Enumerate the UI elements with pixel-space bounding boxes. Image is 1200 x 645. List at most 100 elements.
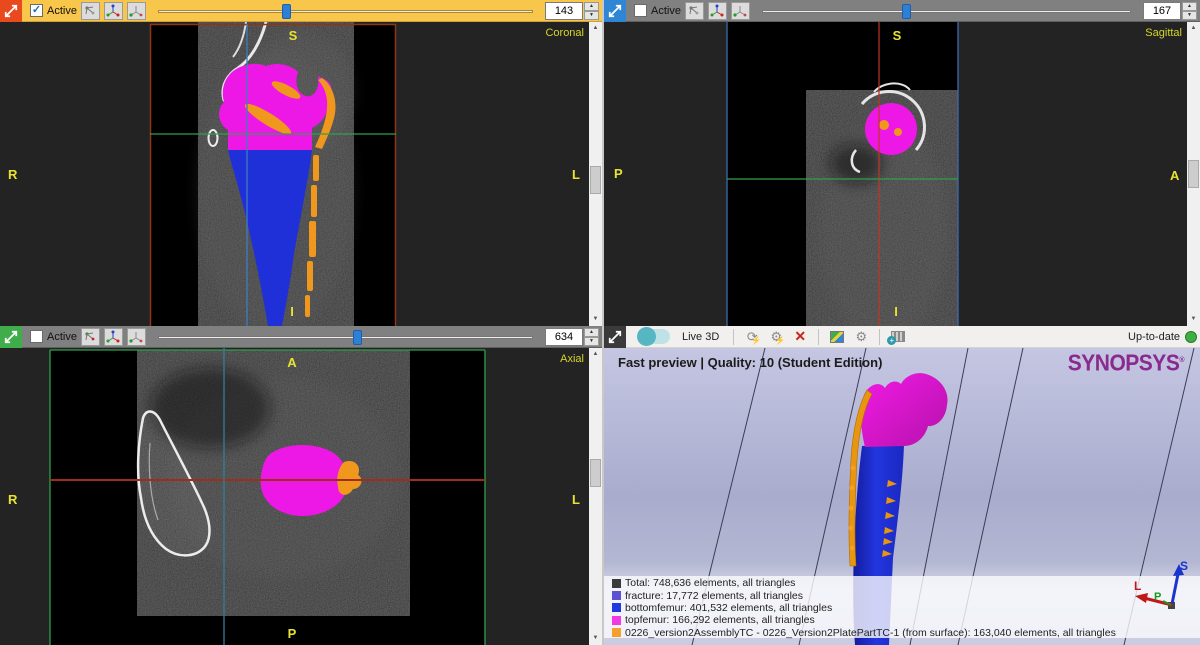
scroll-down-icon[interactable]: ▼ [589, 632, 602, 645]
sagittal-spin-up-icon[interactable]: ▲ [1182, 2, 1197, 11]
render-settings-icon[interactable]: ⚙ [851, 327, 871, 347]
update-status-label: Up-to-date [1128, 331, 1180, 343]
sagittal-slice-slider[interactable] [762, 2, 1131, 20]
synopsys-logo: SYNOPSYS® [1068, 351, 1184, 377]
auto-update-settings-icon[interactable]: ⚙⚡ [766, 327, 786, 347]
scroll-down-icon[interactable]: ▼ [1187, 313, 1200, 326]
scroll-up-icon[interactable]: ▲ [1187, 22, 1200, 35]
legend-swatch [612, 579, 621, 588]
coronal-expand-icon[interactable] [0, 0, 22, 22]
checkbox-check-icon: ✓ [30, 4, 43, 17]
legend-item: 0226_version2AssemblyTC - 0226_Version2P… [612, 627, 1116, 639]
view3d-viewport[interactable]: S L P Fast preview | Quality: 10 (Studen… [604, 348, 1200, 645]
scroll-up-icon[interactable]: ▲ [589, 348, 602, 361]
axial-spin-up-icon[interactable]: ▲ [584, 328, 599, 337]
coronal-orientation-right: L [572, 167, 580, 182]
sagittal-slider-thumb[interactable] [902, 4, 911, 19]
coronal-orientation-bottom: I [290, 304, 294, 319]
sagittal-screw-dot [894, 128, 902, 136]
gizmo-s-label: S [1180, 559, 1188, 573]
coronal-slice-slider[interactable] [158, 2, 533, 20]
coronal-orientation-top: S [289, 28, 298, 43]
sagittal-scrollbar-thumb[interactable] [1188, 160, 1199, 188]
sagittal-orientation-bottom: I [894, 304, 898, 319]
coronal-spin-up-icon[interactable]: ▲ [584, 2, 599, 11]
legend-swatch [612, 628, 621, 637]
sagittal-orient-colored-icon[interactable] [708, 2, 727, 20]
sagittal-quadrant: Active ▲ ▼ [604, 0, 1200, 326]
sagittal-slice-input[interactable] [1143, 2, 1181, 20]
view3d-toolbar: Live 3D ⟳⚡ ⚙⚡ ✕ ⚙ + Up-to-date [604, 326, 1200, 348]
sagittal-expand-icon[interactable] [604, 0, 626, 22]
status-indicator-dot [1185, 331, 1197, 343]
gizmo-p-label: P [1154, 591, 1161, 603]
legend-swatch [612, 603, 621, 612]
sagittal-scrollbar[interactable]: ▲ ▼ [1187, 22, 1200, 326]
coronal-quadrant: ✓ Active ▲ ▼ [0, 0, 602, 326]
coronal-viewport[interactable]: S R L I Coronal [0, 22, 589, 326]
sagittal-orientation-left: P [614, 166, 623, 181]
axial-orientation-bottom: P [288, 626, 297, 641]
mesh-legend: Total: 748,636 elements, all triangles f… [612, 577, 1116, 639]
coronal-orient-xy-icon[interactable] [81, 2, 100, 20]
legend-item: topfemur: 166,292 elements, all triangle… [612, 614, 1116, 626]
legend-swatch [612, 616, 621, 625]
axial-quadrant: Active ▲ ▼ [0, 326, 602, 645]
axial-slider-thumb[interactable] [353, 330, 362, 345]
view3d-expand-icon[interactable] [604, 326, 626, 348]
axial-orientation-right: L [572, 492, 580, 507]
scroll-down-icon[interactable]: ▼ [589, 313, 602, 326]
coronal-scrollbar[interactable]: ▲ ▼ [589, 22, 602, 326]
axial-active-checkbox[interactable]: Active [30, 330, 77, 343]
application-window: ✓ Active ▲ ▼ [0, 0, 1200, 645]
live3d-toggle[interactable] [638, 329, 670, 344]
coronal-spin-down-icon[interactable]: ▼ [584, 11, 599, 20]
axial-view-label: Axial [560, 353, 584, 365]
sagittal-screw-dot [879, 120, 889, 130]
sagittal-spin-down-icon[interactable]: ▼ [1182, 11, 1197, 20]
gizmo-l-label: L [1134, 579, 1141, 593]
sagittal-active-label: Active [651, 5, 681, 17]
axial-active-label: Active [47, 331, 77, 343]
sagittal-viewport[interactable]: S P A I Sagittal [604, 22, 1187, 326]
axial-orientation-top: A [287, 355, 297, 370]
axial-scrollbar[interactable]: ▲ ▼ [589, 348, 602, 645]
axial-orient-z-icon[interactable] [127, 328, 146, 346]
axial-orient-colored-icon[interactable] [104, 328, 123, 346]
axial-slice-input[interactable] [545, 328, 583, 346]
sagittal-orient-xy-icon[interactable] [685, 2, 704, 20]
axial-spin-down-icon[interactable]: ▼ [584, 337, 599, 346]
coronal-slice-input[interactable] [545, 2, 583, 20]
axial-orientation-left: R [8, 492, 18, 507]
sagittal-orientation-right: A [1170, 168, 1180, 183]
coronal-orient-z-icon[interactable] [127, 2, 146, 20]
axial-expand-icon[interactable] [0, 326, 22, 348]
coronal-active-label: Active [47, 5, 77, 17]
refresh-3d-icon[interactable]: ⟳⚡ [742, 327, 762, 347]
sagittal-orientation-top: S [893, 28, 902, 43]
axial-scrollbar-thumb[interactable] [590, 459, 601, 487]
sagittal-topfemur-region [865, 103, 917, 155]
axial-viewport[interactable]: A R L P Axial [0, 348, 589, 645]
legend-swatch [612, 591, 621, 600]
legend-item: bottomfemur: 401,532 elements, all trian… [612, 602, 1116, 614]
legend-item: Total: 748,636 elements, all triangles [612, 577, 1116, 589]
sagittal-view-label: Sagittal [1145, 27, 1182, 39]
coronal-orientation-left: R [8, 167, 18, 182]
coronal-scrollbar-thumb[interactable] [590, 166, 601, 194]
cancel-render-icon[interactable]: ✕ [790, 327, 810, 347]
sagittal-active-checkbox[interactable]: Active [634, 4, 681, 17]
record-video-icon[interactable]: + [888, 327, 908, 347]
scroll-up-icon[interactable]: ▲ [589, 22, 602, 35]
axial-toolbar: Active ▲ ▼ [0, 326, 602, 348]
coronal-slider-thumb[interactable] [282, 4, 291, 19]
axial-slice-slider[interactable] [158, 328, 533, 346]
coronal-toolbar: ✓ Active ▲ ▼ [0, 0, 602, 22]
coronal-active-checkbox[interactable]: ✓ Active [30, 4, 77, 17]
sagittal-toolbar: Active ▲ ▼ [604, 0, 1200, 22]
view3d-quadrant: Live 3D ⟳⚡ ⚙⚡ ✕ ⚙ + Up-to-date [604, 326, 1200, 645]
coronal-orient-colored-icon[interactable] [104, 2, 123, 20]
sagittal-orient-z-icon[interactable] [731, 2, 750, 20]
screenshot-icon[interactable] [827, 327, 847, 347]
axial-orient-xy-icon[interactable] [81, 328, 100, 346]
